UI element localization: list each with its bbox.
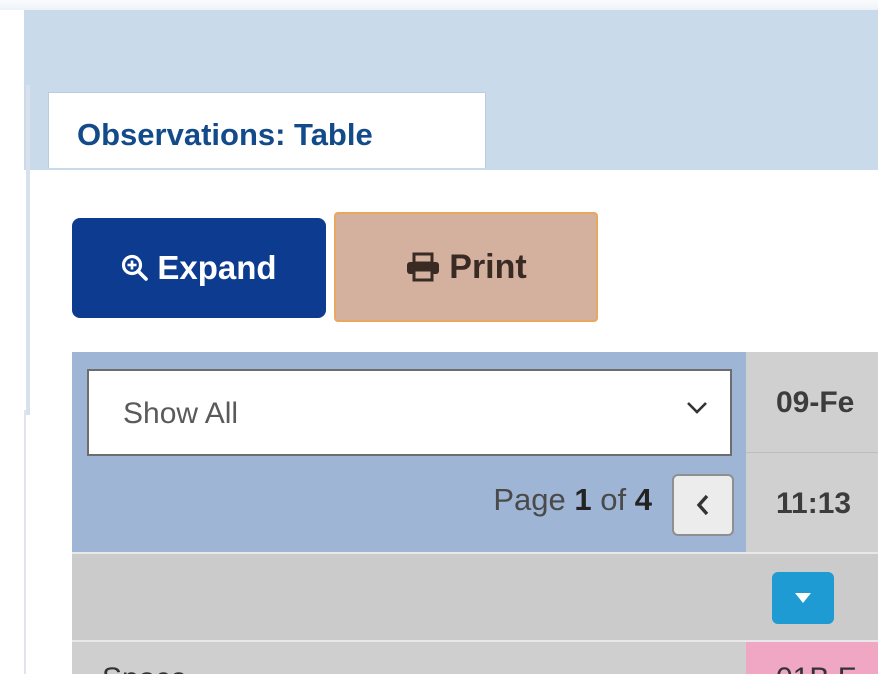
expand-button[interactable]: Expand (72, 218, 326, 318)
left-border-lower (24, 410, 26, 674)
zoom-in-icon (122, 254, 149, 281)
observation-filter-select[interactable]: Show All (87, 369, 732, 456)
tab-observations-table[interactable]: Observations: Table (48, 92, 486, 168)
select-value: Show All (123, 397, 239, 430)
page-current: 1 (574, 482, 592, 517)
column-menu-row (72, 552, 878, 640)
column-header-time: 11:13 (746, 452, 878, 552)
column-date: 09-Fe (776, 386, 855, 419)
caret-down-icon (795, 593, 811, 603)
row-label: Space (102, 662, 187, 674)
page-prefix: Page (493, 482, 566, 517)
page-total: 4 (634, 482, 652, 517)
print-label: Print (449, 247, 527, 286)
top-edge (0, 0, 878, 10)
print-button[interactable]: Print (334, 212, 598, 322)
table-cell[interactable]: 01B F (746, 640, 878, 674)
left-border (26, 85, 30, 415)
table-row-label: Space (72, 640, 746, 674)
column-header-date: 09-Fe (746, 352, 878, 452)
chevron-left-icon (696, 494, 709, 516)
page-indicator: Page 1 of 4 (493, 482, 652, 518)
column-menu-button[interactable] (772, 572, 834, 624)
printer-icon (407, 252, 440, 282)
tab-label: Observations: Table (77, 117, 373, 152)
cell-value: 01B F (776, 662, 856, 674)
chevron-down-icon (687, 402, 707, 414)
previous-page-button[interactable] (672, 474, 734, 536)
page-of: of (600, 482, 627, 517)
column-time: 11:13 (776, 487, 852, 520)
expand-label: Expand (157, 249, 277, 286)
